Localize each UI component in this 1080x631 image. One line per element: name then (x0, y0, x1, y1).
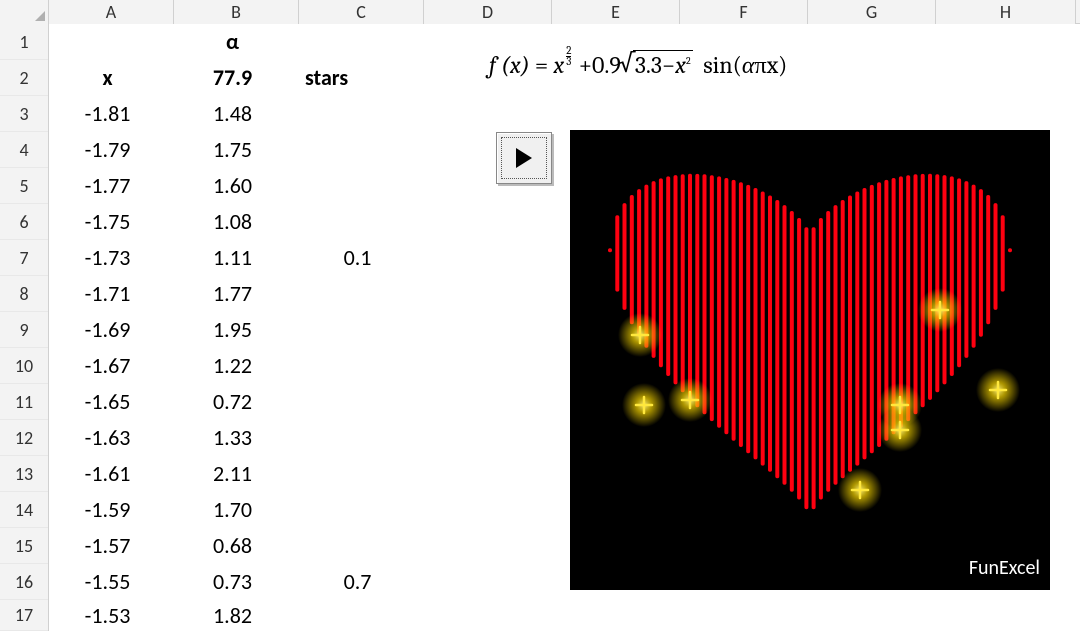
row-header[interactable]: 15 (0, 528, 48, 564)
cell[interactable]: 2.11 (174, 456, 299, 492)
formula-lhs: f (x) (489, 51, 530, 79)
heart-chart[interactable]: FunExcel (570, 130, 1050, 590)
cell[interactable]: -1.61 (49, 456, 174, 492)
cell[interactable]: 1.77 (174, 276, 299, 312)
row-header[interactable]: 17 (0, 600, 48, 631)
cell[interactable]: -1.55 (49, 564, 174, 600)
row-header[interactable]: 11 (0, 384, 48, 420)
row-header[interactable]: 6 (0, 204, 48, 240)
cell[interactable]: 1.95 (174, 312, 299, 348)
spreadsheet: A B C D E F G H 1 2 3 4 5 6 7 8 9 10 11 … (0, 0, 1080, 631)
cell[interactable]: -1.65 (49, 384, 174, 420)
cell[interactable]: -1.57 (49, 528, 174, 564)
col-header-d[interactable]: D (424, 0, 552, 24)
cell[interactable]: 0.73 (174, 564, 299, 600)
cell[interactable]: 1.60 (174, 168, 299, 204)
cell-x-label[interactable]: x (49, 60, 174, 96)
cell[interactable]: -1.77 (49, 168, 174, 204)
col-header-f[interactable]: F (680, 0, 808, 24)
cell[interactable]: 0.72 (174, 384, 299, 420)
row-header[interactable]: 16 (0, 564, 48, 600)
col-header-a[interactable]: A (49, 0, 174, 24)
cell-alpha-label[interactable]: α (174, 24, 299, 60)
cell[interactable]: 1.82 (174, 600, 299, 631)
cell[interactable]: 0.7 (299, 564, 424, 600)
cell[interactable]: 0.68 (174, 528, 299, 564)
cell[interactable]: 1.75 (174, 132, 299, 168)
col-header-e[interactable]: E (552, 0, 680, 24)
cell[interactable]: 1.22 (174, 348, 299, 384)
formula-text: f (x) = x23 +0.93.3−x2 sin(απx) (489, 46, 787, 80)
col-header-h[interactable]: H (936, 0, 1076, 24)
row-header[interactable]: 13 (0, 456, 48, 492)
cell[interactable]: 0.1 (299, 240, 424, 276)
cell[interactable]: -1.63 (49, 420, 174, 456)
cell[interactable]: 1.48 (174, 96, 299, 132)
table-row: -1.531.82 (49, 600, 1080, 631)
row-header[interactable]: 3 (0, 96, 48, 132)
heart-chart-svg (570, 130, 1050, 590)
play-icon (516, 148, 532, 168)
cell[interactable]: -1.73 (49, 240, 174, 276)
row-header[interactable]: 14 (0, 492, 48, 528)
cell-alpha-value[interactable]: 77.9 (174, 60, 299, 96)
select-all-corner[interactable] (0, 0, 49, 24)
col-header-c[interactable]: C (299, 0, 424, 24)
cell[interactable]: -1.53 (49, 600, 174, 631)
cell[interactable]: 1.11 (174, 240, 299, 276)
row-header[interactable]: 12 (0, 420, 48, 456)
row-header[interactable]: 8 (0, 276, 48, 312)
cell[interactable]: -1.81 (49, 96, 174, 132)
col-header-b[interactable]: B (174, 0, 299, 24)
row-header[interactable]: 5 (0, 168, 48, 204)
cell[interactable]: 1.33 (174, 420, 299, 456)
table-row: -1.811.48 (49, 96, 1080, 132)
row-header[interactable]: 9 (0, 312, 48, 348)
cell[interactable]: 1.08 (174, 204, 299, 240)
cell[interactable]: -1.59 (49, 492, 174, 528)
row-header[interactable]: 7 (0, 240, 48, 276)
column-header-row: A B C D E F G H (0, 0, 1080, 24)
cell[interactable]: 1.70 (174, 492, 299, 528)
row-header-col: 1 2 3 4 5 6 7 8 9 10 11 12 13 14 15 16 1… (0, 24, 49, 631)
row-header[interactable]: 1 (0, 24, 48, 60)
row-header[interactable]: 10 (0, 348, 48, 384)
cell[interactable]: -1.67 (49, 348, 174, 384)
row-header[interactable]: 2 (0, 60, 48, 96)
cell[interactable]: -1.71 (49, 276, 174, 312)
cell[interactable]: -1.75 (49, 204, 174, 240)
row-header[interactable]: 4 (0, 132, 48, 168)
cell[interactable] (49, 24, 174, 60)
play-button[interactable] (496, 132, 552, 184)
col-header-g[interactable]: G (808, 0, 936, 24)
cell[interactable]: -1.79 (49, 132, 174, 168)
cell[interactable]: -1.69 (49, 312, 174, 348)
chart-credit: FunExcel (969, 556, 1040, 580)
cell-stars-label[interactable]: stars (299, 60, 424, 96)
